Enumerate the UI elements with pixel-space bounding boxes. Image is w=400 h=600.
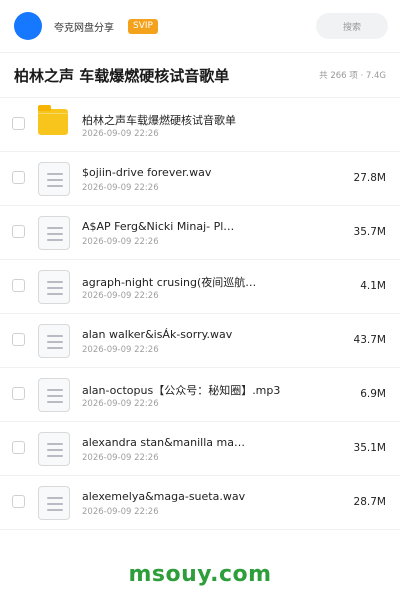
file-size: 27.8M (353, 172, 386, 184)
file-size: 28.7M (353, 496, 386, 508)
document-icon (38, 270, 70, 304)
file-date: 2026-09-09 22:26 (82, 183, 159, 193)
file-size: 4.1M (360, 280, 386, 292)
avatar[interactable] (14, 12, 42, 40)
row-checkbox[interactable] (12, 225, 25, 238)
share-title-bar: 柏林之声 车载爆燃硬核试音歌单 共 266 项 · 7.4G (0, 52, 400, 98)
row-checkbox[interactable] (12, 387, 25, 400)
list-item[interactable]: $ojiin-drive forever.wav 2026-09-09 22:2… (0, 152, 400, 206)
header: 夸克网盘分享 SVIP 搜索 (0, 0, 400, 52)
document-icon (38, 486, 70, 520)
file-name: alexemelya&maga-sueta.wav (82, 490, 246, 503)
row-checkbox[interactable] (12, 279, 25, 292)
row-checkbox[interactable] (12, 333, 25, 346)
list-item[interactable]: alexemelya&maga-sueta.wav 2026-09-09 22:… (0, 476, 400, 530)
document-icon (38, 432, 70, 466)
file-size: 43.7M (353, 334, 386, 346)
row-checkbox[interactable] (12, 117, 25, 130)
row-checkbox[interactable] (12, 171, 25, 184)
share-meta: 共 266 项 · 7.4G (319, 71, 386, 81)
document-icon (38, 162, 70, 196)
row-checkbox[interactable] (12, 495, 25, 508)
list-item[interactable]: alan walker&isÁk-sorry.wav 2026-09-09 22… (0, 314, 400, 368)
file-name: agraph-night crusing(夜间巡航… (82, 276, 257, 289)
file-date: 2026-09-09 22:26 (82, 345, 159, 355)
document-icon (38, 378, 70, 412)
file-date: 2026-09-09 22:26 (82, 291, 159, 301)
page: 夸克网盘分享 SVIP 搜索 柏林之声 车载爆燃硬核试音歌单 共 266 项 ·… (0, 0, 400, 600)
file-name: $ojiin-drive forever.wav (82, 166, 212, 179)
file-date: 2026-09-09 22:26 (82, 453, 159, 463)
search-button[interactable]: 搜索 (316, 13, 388, 39)
file-date: 2026-09-09 22:26 (82, 399, 159, 409)
folder-icon (38, 105, 68, 135)
svip-badge: SVIP (128, 18, 158, 34)
share-title: 柏林之声 车载爆燃硬核试音歌单 (14, 66, 230, 85)
watermark-text: msouy.com (128, 561, 272, 587)
file-size: 35.1M (353, 442, 386, 454)
document-icon (38, 216, 70, 250)
footer: msouy.com (0, 548, 400, 600)
file-name: A$AP Ferg&Nicki Minaj- Pl… (82, 220, 235, 233)
file-name: 柏林之声车载爆燃硬核试音歌单 (82, 114, 236, 127)
file-name: alexandra stan&manilla ma… (82, 436, 245, 449)
row-checkbox[interactable] (12, 441, 25, 454)
file-size: 35.7M (353, 226, 386, 238)
list-item[interactable]: alexandra stan&manilla ma… 2026-09-09 22… (0, 422, 400, 476)
list-item[interactable]: agraph-night crusing(夜间巡航… 2026-09-09 22… (0, 260, 400, 314)
list-item[interactable]: alan-octopus【公众号：秘知圈】.mp3 2026-09-09 22:… (0, 368, 400, 422)
file-size: 6.9M (360, 388, 386, 400)
file-name: alan walker&isÁk-sorry.wav (82, 328, 233, 341)
file-date: 2026-09-09 22:26 (82, 237, 159, 247)
list-item[interactable]: A$AP Ferg&Nicki Minaj- Pl… 2026-09-09 22… (0, 206, 400, 260)
document-icon (38, 324, 70, 358)
file-date: 2026-09-09 22:26 (82, 129, 159, 139)
file-date: 2026-09-09 22:26 (82, 507, 159, 517)
file-list: 柏林之声车载爆燃硬核试音歌单 2026-09-09 22:26 $ojiin-d… (0, 98, 400, 530)
file-name: alan-octopus【公众号：秘知圈】.mp3 (82, 384, 281, 397)
list-item[interactable]: 柏林之声车载爆燃硬核试音歌单 2026-09-09 22:26 (0, 98, 400, 152)
username: 夸克网盘分享 (54, 22, 114, 34)
